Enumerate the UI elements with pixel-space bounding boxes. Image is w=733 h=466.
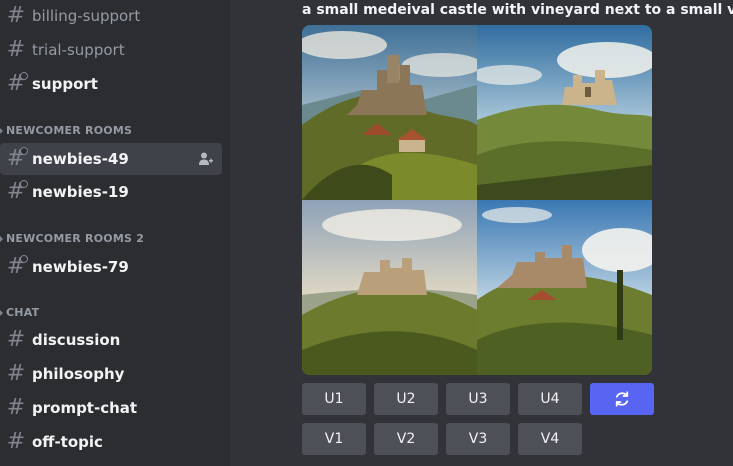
hash-icon: # [0, 180, 32, 203]
channel-philosophy[interactable]: # philosophy [0, 358, 222, 390]
hash-icon: # [0, 147, 32, 170]
hash-icon: # [6, 327, 26, 352]
channel-label: newbies-19 [32, 183, 129, 201]
variation-1-button[interactable]: V1 [302, 423, 366, 455]
chat-area: a small medeival castle with vineyard ne… [230, 0, 733, 466]
add-member-icon[interactable] [198, 151, 214, 167]
variation-4-button[interactable]: V4 [518, 423, 582, 455]
channel-label: newbies-79 [32, 258, 129, 276]
category-chat[interactable]: CHAT [0, 306, 39, 319]
upscale-2-button[interactable]: U2 [374, 383, 438, 415]
message-prompt: a small medeival castle with vineyard ne… [302, 2, 733, 18]
channel-trial-support[interactable]: # trial-support [0, 34, 222, 66]
image-grid[interactable] [302, 25, 652, 375]
hash-icon: # [6, 429, 26, 454]
variation-3-button[interactable]: V3 [446, 423, 510, 455]
reroll-button[interactable] [590, 383, 654, 415]
refresh-icon [615, 391, 629, 407]
upscale-1-button[interactable]: U1 [302, 383, 366, 415]
channel-discussion[interactable]: # discussion [0, 324, 222, 356]
channel-newbies-19[interactable]: # newbies-19 [0, 176, 222, 208]
channel-label: philosophy [32, 365, 125, 383]
hash-icon: # [0, 72, 32, 95]
channel-billing-support[interactable]: # billing-support [0, 0, 222, 32]
generated-image-4[interactable] [477, 200, 652, 375]
variation-2-button[interactable]: V2 [374, 423, 438, 455]
category-newcomer-rooms-2[interactable]: NEWCOMER ROOMS 2 [0, 232, 144, 245]
channel-prompt-chat[interactable]: # prompt-chat [0, 392, 222, 424]
channel-newbies-79[interactable]: # newbies-79 [0, 251, 222, 283]
channel-label: trial-support [32, 41, 125, 59]
channel-sidebar: # billing-support # trial-support # supp… [0, 0, 230, 466]
channel-label: newbies-49 [32, 150, 129, 168]
hash-icon: # [6, 395, 26, 420]
hash-icon: # [6, 3, 26, 28]
upscale-4-button[interactable]: U4 [518, 383, 582, 415]
channel-off-topic[interactable]: # off-topic [0, 426, 222, 458]
generated-image-3[interactable] [302, 200, 477, 375]
generated-image-1[interactable] [302, 25, 477, 200]
channel-label: off-topic [32, 433, 103, 451]
channel-label: billing-support [32, 7, 141, 25]
hash-icon: # [0, 255, 32, 278]
channel-label: prompt-chat [32, 399, 138, 417]
channel-newbies-49[interactable]: # newbies-49 [0, 143, 222, 175]
hash-icon: # [6, 37, 26, 62]
channel-label: discussion [32, 331, 121, 349]
channel-support[interactable]: # support [0, 68, 222, 100]
upscale-3-button[interactable]: U3 [446, 383, 510, 415]
generated-image-2[interactable] [477, 25, 652, 200]
channel-label: support [32, 75, 98, 93]
hash-icon: # [6, 361, 26, 386]
category-newcomer-rooms[interactable]: NEWCOMER ROOMS [0, 124, 132, 137]
